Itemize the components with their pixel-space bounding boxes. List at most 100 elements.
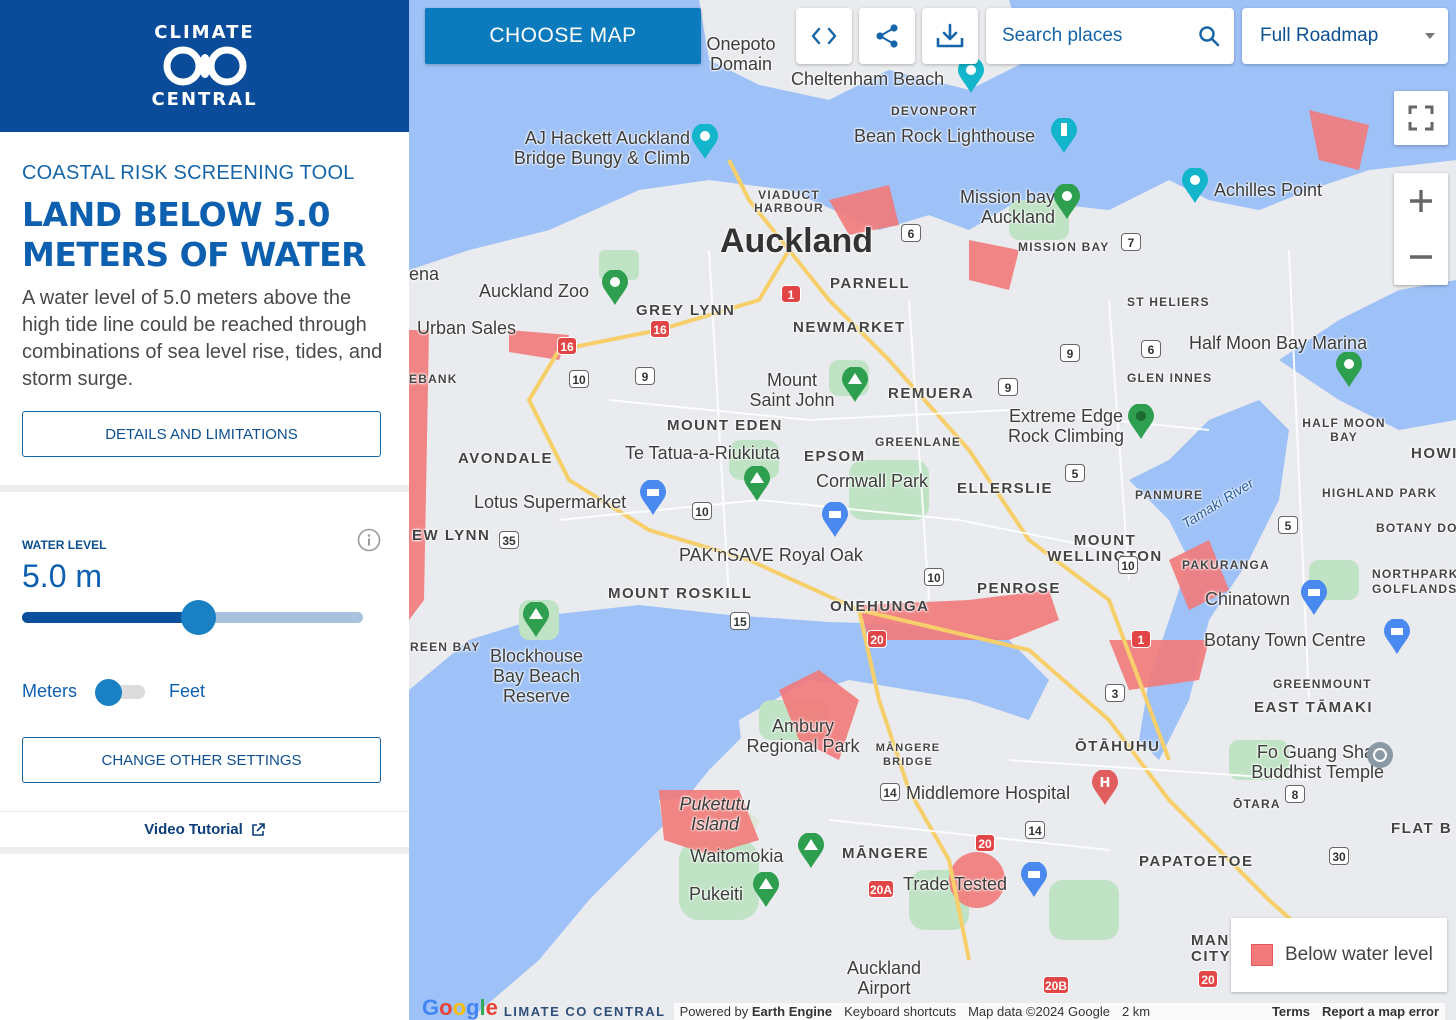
caret-down-icon (1425, 33, 1435, 39)
search-box[interactable] (986, 8, 1234, 64)
poi-label[interactable]: Te Tatua-a-Riukiuta (625, 443, 780, 463)
toggle-thumb[interactable] (95, 679, 123, 706)
shopping-pin-icon[interactable] (1020, 862, 1048, 898)
search-input[interactable] (1002, 25, 1198, 47)
shopping-pin-icon[interactable] (1383, 619, 1411, 655)
shopping-pin-icon[interactable] (639, 480, 667, 516)
scale-label[interactable]: 2 km (1115, 1003, 1266, 1020)
route-shield: 9 (998, 378, 1018, 396)
zoom-in-button[interactable] (1394, 173, 1448, 229)
map-type-select[interactable]: Full Roadmap (1242, 8, 1448, 64)
locality-label: HALF MOON BAY (1302, 416, 1386, 444)
logo-text-top: CLIMATE (154, 22, 255, 43)
suburb-label: REMUERA (888, 385, 975, 402)
share-button[interactable] (859, 8, 915, 64)
park-pin-icon[interactable] (841, 367, 869, 403)
hospital-pin-icon[interactable]: H (1091, 770, 1119, 806)
poi-label[interactable]: Fo Guang Shan Buddhist Temple (1214, 742, 1384, 782)
map-type-value: Full Roadmap (1260, 25, 1379, 46)
attraction-pin-icon[interactable] (691, 124, 719, 160)
poi-label[interactable]: Onepoto Domain (701, 34, 781, 74)
search-icon[interactable] (1198, 25, 1220, 47)
minus-icon (1410, 255, 1432, 259)
shopping-pin-icon[interactable] (821, 502, 849, 538)
water-level-slider[interactable] (22, 599, 387, 635)
park-pin-icon[interactable] (752, 872, 780, 908)
poi-label[interactable]: Ambury Regional Park (742, 716, 864, 756)
route-shield: 10 (692, 502, 712, 520)
poi-label[interactable]: Bean Rock Lighthouse (854, 126, 1035, 146)
water-level-value: 5.0 m (22, 558, 103, 594)
map-canvas[interactable]: Auckland PARNELL GREY LYNN NEWMARKET REM… (409, 0, 1456, 1020)
locality-label: MĀNGERE BRIDGE (875, 742, 941, 768)
water-level-section: WATER LEVEL 5.0 m Meters Feet CHANGE OTH… (0, 492, 409, 783)
shopping-pin-icon[interactable] (1300, 580, 1328, 616)
route-shield: 5 (1278, 516, 1298, 534)
feet-label: Feet (169, 680, 206, 701)
route-shield: 15 (730, 612, 750, 630)
plus-icon (1410, 190, 1432, 212)
terms-link[interactable]: Terms (1265, 1003, 1317, 1020)
beach-pin-icon[interactable] (1053, 184, 1081, 220)
poi-label[interactable]: Pukeiti (689, 884, 743, 904)
poi-label[interactable]: AJ Hackett Auckland Bridge Bungy & Climb (500, 128, 690, 168)
zoo-pin-icon[interactable] (601, 270, 629, 306)
poi-label[interactable]: Extreme Edge Rock Climbing (1001, 406, 1131, 446)
climate-central-logo[interactable]: CLIMATE CENTRAL (0, 0, 409, 132)
poi-label[interactable]: Cornwall Park (816, 471, 928, 491)
info-icon[interactable] (357, 528, 381, 552)
earth-engine-link[interactable]: Earth Engine (752, 1004, 832, 1019)
poi-label[interactable]: Botany Town Centre (1204, 630, 1366, 650)
download-button[interactable] (922, 8, 978, 64)
poi-label[interactable]: Trade Tested (903, 874, 1007, 894)
poi-label[interactable]: Blockhouse Bay Beach Reserve (484, 646, 589, 706)
suburb-label: AVONDALE (458, 450, 554, 467)
slider-thumb[interactable] (181, 600, 216, 635)
attraction-pin-icon[interactable] (1181, 168, 1209, 204)
poi-label[interactable]: Cheltenham Beach (791, 69, 944, 89)
poi-label[interactable]: Achilles Point (1214, 180, 1322, 200)
suburb-label: ena (409, 264, 440, 284)
route-shield: 6 (901, 224, 921, 242)
logo-text-bottom: CENTRAL (151, 89, 258, 110)
poi-label[interactable]: Chinatown (1205, 589, 1290, 609)
unit-toggle[interactable] (95, 679, 147, 706)
powered-by: Powered by Earth Engine (673, 1003, 839, 1020)
google-logo[interactable]: Google (422, 995, 498, 1020)
park-pin-icon[interactable] (797, 833, 825, 869)
poi-label[interactable]: PAK'nSAVE Royal Oak (679, 545, 863, 565)
report-error-link[interactable]: Report a map error (1316, 1003, 1446, 1020)
keyboard-shortcuts-link[interactable]: Keyboard shortcuts (838, 1003, 963, 1020)
route-shield: 20 (975, 834, 995, 852)
lighthouse-pin-icon[interactable] (1050, 118, 1078, 154)
park-pin-icon[interactable] (522, 602, 550, 638)
code-icon (811, 27, 837, 45)
embed-button[interactable] (796, 8, 852, 64)
video-tutorial-link[interactable]: Video Tutorial (0, 811, 409, 847)
poi-label[interactable]: Auckland Airport (839, 958, 929, 998)
poi-label[interactable]: Mission bay Auckland (945, 187, 1055, 227)
poi-label[interactable]: Puketutu Island (675, 794, 755, 834)
poi-label[interactable]: Lotus Supermarket (474, 492, 626, 512)
poi-label[interactable]: Urban Sales (417, 318, 516, 338)
unit-toggle-row: Meters Feet (22, 679, 387, 706)
place-pin-icon[interactable] (1127, 404, 1155, 440)
poi-label[interactable]: Middlemore Hospital (906, 783, 1070, 803)
park-pin-icon[interactable] (743, 466, 771, 502)
zoom-out-button[interactable] (1394, 229, 1448, 285)
poi-label[interactable]: Waitomokia (690, 846, 783, 866)
change-other-settings-button[interactable]: CHANGE OTHER SETTINGS (22, 737, 381, 783)
route-shield: 14 (880, 783, 900, 801)
route-shield: 8 (1285, 785, 1305, 803)
suburb-label: ELLERSLIE (957, 480, 1054, 497)
route-shield: 3 (1105, 684, 1125, 702)
fullscreen-button[interactable] (1394, 91, 1448, 145)
climate-central-watermark: LIMATE CO CENTRAL (503, 1004, 666, 1019)
details-and-limitations-button[interactable]: DETAILS AND LIMITATIONS (22, 411, 381, 457)
marina-pin-icon[interactable] (1335, 352, 1363, 388)
choose-map-button[interactable]: CHOOSE MAP (425, 8, 701, 64)
temple-pin-icon[interactable] (1366, 737, 1394, 773)
poi-label[interactable]: Half Moon Bay Marina (1189, 333, 1367, 353)
poi-label[interactable]: Mount Saint John (747, 370, 837, 410)
poi-label[interactable]: Auckland Zoo (479, 281, 589, 301)
